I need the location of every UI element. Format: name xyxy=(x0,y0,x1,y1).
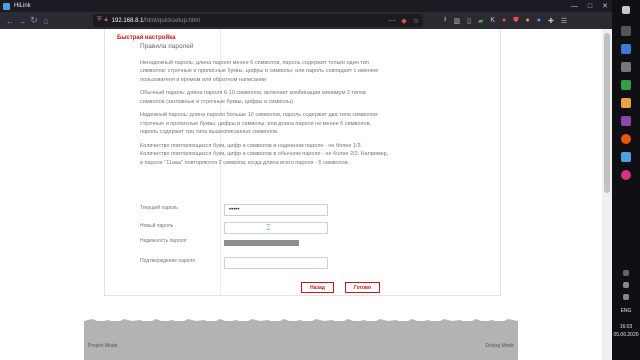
input-language[interactable]: ENG xyxy=(612,308,640,314)
library-icon[interactable]: ▥ xyxy=(453,17,460,25)
current-password-label: Текущий пароль xyxy=(140,205,178,211)
extension-green-icon[interactable]: ▰ xyxy=(478,17,483,25)
taskbar-app-icon[interactable] xyxy=(621,26,631,36)
pocket-icon[interactable]: ◆ xyxy=(401,17,406,25)
new-password-input[interactable] xyxy=(224,222,328,234)
scrollbar-thumb[interactable] xyxy=(604,33,610,193)
confirm-password-input[interactable] xyxy=(224,257,328,269)
confirm-password-row: Подтверждение пароля xyxy=(140,257,400,269)
extension-puzzle-icon[interactable]: ✚ xyxy=(548,17,554,25)
password-strength-bar xyxy=(224,240,299,246)
strength-row: Надежность пароля xyxy=(140,237,400,249)
torn-edge xyxy=(84,319,518,324)
tab-title[interactable]: HiLink xyxy=(14,3,31,9)
debug-mode-link[interactable]: Debug Mode xyxy=(485,343,514,349)
start-icon[interactable] xyxy=(622,6,630,14)
rule-strong: Надежный пароль: длина пароля больше 10 … xyxy=(140,112,379,135)
home-icon[interactable]: ⌂ xyxy=(40,16,52,26)
clock-time[interactable]: 16:03 xyxy=(612,324,640,330)
password-strength-label: Надежность пароля xyxy=(140,238,187,244)
rule-weak: Ненадежный пароль: длина пароля менее 6 … xyxy=(140,59,378,83)
quick-setup-title: Быстрая настройка xyxy=(117,35,176,41)
window-controls: — □ ✕ xyxy=(571,0,608,12)
back-icon[interactable]: ← xyxy=(4,16,16,26)
bookmark-star-icon[interactable]: ☆ xyxy=(413,17,419,25)
text-cursor-icon: ⌶ xyxy=(266,223,271,232)
extension-ublock-icon[interactable]: ⛊ xyxy=(513,17,518,25)
confirm-password-label: Подтверждение пароля xyxy=(140,258,195,264)
extension-blue-icon[interactable]: ● xyxy=(537,17,541,24)
downloads-icon[interactable]: ⭳ xyxy=(444,15,446,26)
windows-taskbar: ENG 16:03 05.06.2020 xyxy=(612,0,640,360)
firefox-icon[interactable] xyxy=(621,134,631,144)
page-content: Быстрая настройка Правила паролей Ненаде… xyxy=(0,29,612,360)
rule-repeats: Количество повторяющихся букв, цифр и си… xyxy=(140,142,389,166)
page-scrollbar[interactable] xyxy=(602,29,612,360)
extension-red-icon[interactable]: ● xyxy=(502,17,506,24)
extension-orange-icon[interactable]: ● xyxy=(525,17,529,24)
taskbar-app-icon[interactable] xyxy=(621,170,631,180)
site-favicon-icon xyxy=(3,2,10,10)
toolbar-extensions: ⭳ ▥ ▯ ▰ K ● ⛊ ● ● ✚ ☰ xyxy=(444,14,567,27)
taskbar-app-icon[interactable] xyxy=(621,152,631,162)
tracking-shield-icon[interactable]: ⛨ xyxy=(97,17,102,24)
page-footer: Project Mode Debug Mode xyxy=(84,319,518,360)
new-password-row: Новый пароль ⌶ xyxy=(140,222,400,234)
taskbar-app-icon[interactable] xyxy=(621,62,631,72)
tray-volume-icon[interactable] xyxy=(623,294,629,300)
tray-chevron-icon[interactable] xyxy=(623,270,629,276)
password-rules: Правила паролей Ненадежный пароль: длина… xyxy=(140,43,390,172)
close-icon[interactable]: ✕ xyxy=(602,2,608,10)
minimize-icon[interactable]: — xyxy=(571,3,578,10)
url-host: 192.168.8.1 xyxy=(111,17,144,24)
project-mode-link[interactable]: Project Mode xyxy=(88,343,117,349)
forward-icon[interactable]: → xyxy=(16,16,28,26)
taskbar-app-icon[interactable] xyxy=(621,80,631,90)
browser-titlebar: HiLink — □ ✕ xyxy=(0,0,612,12)
current-password-input[interactable] xyxy=(224,204,328,216)
reload-icon[interactable]: ↻ xyxy=(28,15,40,26)
menu-hamburger-icon[interactable]: ☰ xyxy=(561,17,567,25)
taskbar-app-icon[interactable] xyxy=(621,116,631,126)
taskbar-app-icon[interactable] xyxy=(621,98,631,108)
tray-network-icon[interactable] xyxy=(623,282,629,288)
taskbar-app-icon[interactable] xyxy=(621,44,631,54)
rules-heading: Правила паролей xyxy=(140,43,194,50)
current-password-row: Текущий пароль xyxy=(140,204,400,216)
extension-k-icon[interactable]: K xyxy=(490,17,495,24)
sidebar-icon[interactable]: ▯ xyxy=(467,17,471,25)
clock-date[interactable]: 05.06.2020 xyxy=(612,332,640,338)
url-path: /html/quicksetup.html xyxy=(143,17,200,24)
rule-normal: Обычный пароль: длина пароля 6-10 символ… xyxy=(140,90,366,105)
insecure-lock-icon[interactable]: 🔒︎ xyxy=(105,17,108,24)
browser-navbar: ← → ↻ ⌂ ⛨ 🔒︎ 192.168.8.1 /html/quicksetu… xyxy=(0,12,612,29)
done-button[interactable]: Готово xyxy=(345,282,380,293)
page-actions-icon[interactable]: ⋯ xyxy=(388,17,395,25)
new-password-label: Новый пароль xyxy=(140,223,174,229)
back-button[interactable]: Назад xyxy=(301,282,334,293)
address-bar[interactable]: ⛨ 🔒︎ 192.168.8.1 /html/quicksetup.html ⋯… xyxy=(93,14,423,27)
maximize-icon[interactable]: □ xyxy=(588,3,592,10)
